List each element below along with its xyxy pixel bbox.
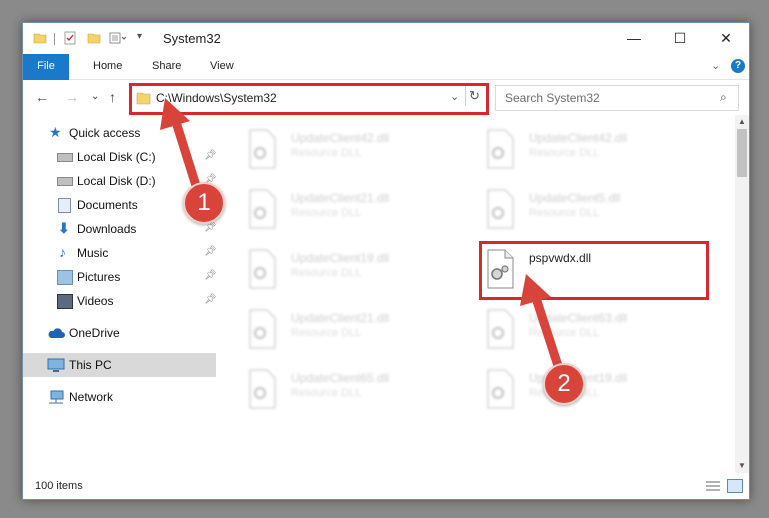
arrow-1-head — [160, 98, 190, 130]
arrow-1 — [171, 117, 203, 197]
arrow-2-head — [520, 274, 551, 306]
step-1-badge: 1 — [183, 182, 225, 224]
annotation-arrows — [160, 98, 565, 377]
step-2-badge: 2 — [543, 363, 585, 405]
arrow-2 — [531, 293, 565, 377]
